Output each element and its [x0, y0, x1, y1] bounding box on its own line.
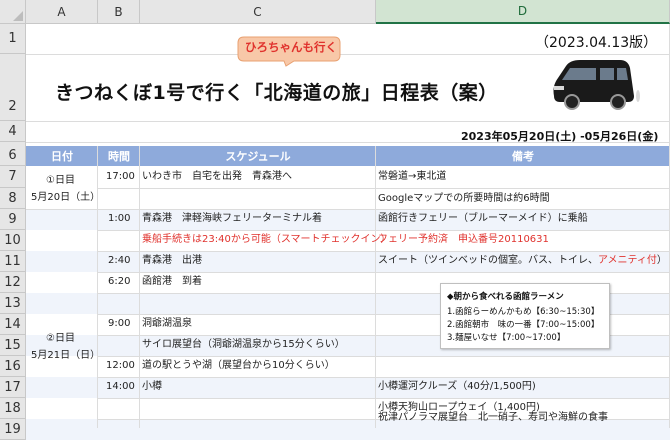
schedule-r7: いわき市 自宅を出発 青森港へ	[142, 171, 292, 182]
note-r11-a: スイート（ツインベッドの個室。バス、トイレ、	[378, 255, 598, 266]
gridline	[98, 377, 670, 378]
note-r8: Googleマップでの所要時間は約6時間	[378, 193, 550, 204]
schedule-r9: 青森港 津軽海峡フェリーターミナル着	[142, 213, 322, 224]
schedule-r16: 道の駅とうや湖（展望台から10分くらい）	[142, 360, 335, 371]
callout-text: ひろちゃんも行く	[245, 40, 337, 54]
time-r7: 17:00	[106, 171, 135, 182]
version-label: （2023.04.13版）	[535, 35, 658, 51]
gridline	[98, 398, 670, 399]
gridline	[26, 209, 670, 210]
day1-label: ①日目	[46, 175, 75, 186]
schedule-r10: 乗船手続きは23:40から可能（スマートチェックイン）	[142, 234, 391, 245]
row-header-8[interactable]: 8	[0, 188, 26, 209]
row-header-1[interactable]: 1	[0, 24, 26, 54]
ramen-note-title: ◆朝から食べれる函館ラーメン	[447, 292, 564, 302]
row-header-18[interactable]: 18	[0, 398, 26, 419]
van-illustration	[553, 60, 640, 110]
gridline	[98, 251, 670, 252]
note-r17: 小樽運河クルーズ（40分/1,500円)	[378, 381, 536, 392]
ramen-item-1: 1.函館らーめんかもめ【6:30~15:30】	[447, 307, 600, 317]
row-header-14[interactable]: 14	[0, 314, 26, 335]
row-header-7[interactable]: 7	[0, 166, 26, 188]
note-r10: フェリー予約済 申込番号20110631	[378, 234, 549, 245]
schedule-r11: 青森港 出港	[142, 255, 202, 266]
row-header-12[interactable]: 12	[0, 272, 26, 293]
time-r17: 14:00	[106, 381, 135, 392]
gridline	[26, 54, 670, 55]
row-header-2[interactable]: 2	[0, 54, 26, 121]
row-header-10[interactable]: 10	[0, 230, 26, 251]
row-header-13[interactable]: 13	[0, 293, 26, 314]
spreadsheet: A B C D 1 2 4 6 7 8 9 10 11 12 13 14 15 …	[0, 0, 670, 440]
column-header-b[interactable]: B	[98, 0, 140, 24]
time-r14: 9:00	[108, 318, 131, 329]
date-range: 2023年05月20日(土) -05月26日(金)	[461, 130, 659, 143]
ramen-item-2: 2.函館朝市 味の一番【7:00~15:00】	[447, 320, 600, 330]
note-r11-b: アメニティ付	[598, 255, 657, 266]
gridline	[98, 356, 670, 357]
row-header-9[interactable]: 9	[0, 209, 26, 230]
schedule-r15: サイロ展望台（洞爺湖温泉から15分くらい）	[142, 339, 345, 350]
schedule-r17: 小樽	[142, 381, 162, 392]
row-header-15[interactable]: 15	[0, 335, 26, 356]
schedule-r12: 函館港 到着	[142, 276, 202, 287]
column-header-c[interactable]: C	[140, 0, 376, 24]
day2-label: ②日目	[46, 333, 75, 344]
ramen-note-box[interactable]: ◆朝から食べれる函館ラーメン 1.函館らーめんかもめ【6:30~15:30】 2…	[440, 283, 610, 349]
time-r12: 6:20	[108, 276, 131, 287]
day1-date: 5月20日（土）	[31, 192, 101, 203]
row-header-6[interactable]: 6	[0, 142, 26, 166]
time-r16: 12:00	[106, 360, 135, 371]
row-header-17[interactable]: 17	[0, 377, 26, 398]
page-title: きつねくぼ1号で行く「北海道の旅」日程表（案）	[55, 82, 498, 104]
header-day: 日付	[51, 150, 73, 163]
select-all-corner[interactable]	[0, 0, 26, 24]
gridline	[98, 272, 670, 273]
gridline	[98, 188, 670, 189]
time-r9: 1:00	[108, 213, 131, 224]
gridline	[98, 230, 670, 231]
column-header-a[interactable]: A	[26, 0, 98, 24]
day2-date: 5月21日（日）	[31, 350, 101, 361]
row-header-19[interactable]: 19	[0, 419, 26, 440]
time-r11: 2:40	[108, 255, 131, 266]
ramen-item-3: 3.麺屋いなせ【7:00~17:00】	[447, 333, 566, 343]
schedule-r14: 洞爺湖温泉	[142, 318, 192, 329]
header-schedule: スケジュール	[225, 150, 291, 163]
header-notes: 備考	[512, 150, 534, 163]
note-r7: 常磐道→東北道	[378, 171, 447, 182]
row-header-16[interactable]: 16	[0, 356, 26, 377]
note-r11: スイート（ツインベッドの個室。バス、トイレ、アメニティ付）	[378, 256, 667, 266]
note-r11-c: ）	[656, 255, 667, 266]
row-header-4[interactable]: 4	[0, 121, 26, 142]
note-r19: 祝津パノラマ展望台 北一硝子、寿司や海鮮の食事	[378, 412, 608, 423]
column-header-d[interactable]: D	[376, 0, 670, 24]
note-r9: 函館行きフェリー（ブルーマーメイド）に乗船	[378, 213, 588, 224]
gridline	[26, 121, 670, 122]
header-time: 時間	[108, 150, 130, 163]
row-header-11[interactable]: 11	[0, 251, 26, 272]
